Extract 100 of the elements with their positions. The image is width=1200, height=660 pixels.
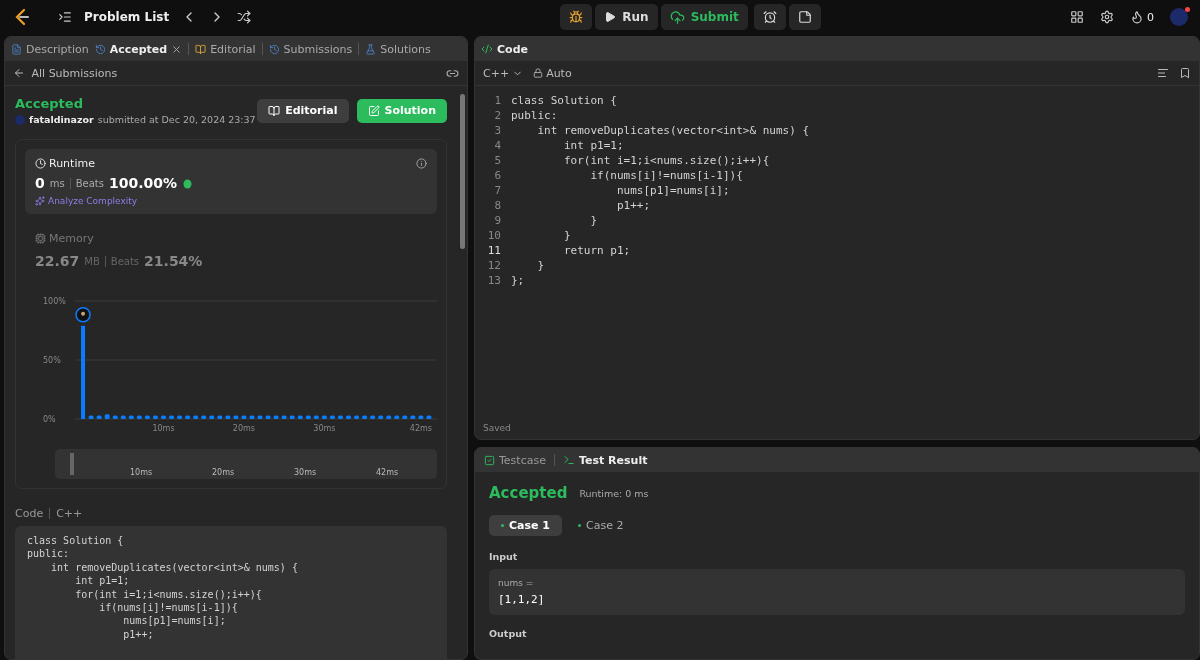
submission-status: Accepted: [15, 96, 84, 111]
streak-counter[interactable]: 0: [1130, 10, 1154, 24]
code-line: class Solution {: [27, 534, 125, 548]
chart-bar: [136, 415, 142, 419]
panel-tab[interactable]: Description: [11, 42, 89, 56]
code-icon: [481, 43, 493, 55]
code-line: }: [562, 228, 571, 243]
chart-bar: [305, 415, 311, 419]
panel-tab[interactable]: Accepted: [94, 42, 183, 56]
code-line: };: [511, 273, 525, 288]
language-selector[interactable]: C++: [483, 66, 524, 80]
chart-bar: [233, 415, 239, 419]
settings-icon[interactable]: [1100, 10, 1114, 24]
chart-bar: [265, 415, 271, 419]
code-line: for(int i=1;i<nums.size();i++){: [74, 587, 263, 602]
case-tab[interactable]: Case 2: [566, 515, 636, 536]
back-link[interactable]: All Submissions: [13, 66, 118, 80]
axis-label: 50%: [43, 356, 61, 365]
auto-mode-toggle[interactable]: Auto: [533, 66, 572, 80]
chart-bar: [273, 415, 279, 419]
runtime-card[interactable]: Runtime 0 ms Beats 100.00% Analyze Complexity: [25, 149, 437, 214]
panel-tab[interactable]: Submissions: [268, 42, 353, 56]
axis-label: 30ms: [313, 424, 336, 433]
line-number: 3: [493, 123, 502, 138]
notes-button[interactable]: [788, 4, 821, 30]
debug-button[interactable]: [560, 4, 593, 30]
language-label: C++: [56, 507, 83, 520]
line-number: 4: [493, 138, 502, 153]
chart-bar: [313, 415, 319, 419]
terminal-icon: [562, 454, 575, 466]
analyze-complexity-link[interactable]: Analyze Complexity: [48, 196, 138, 206]
problem-list-link[interactable]: Problem List: [84, 10, 170, 24]
line-number: 8: [493, 198, 502, 213]
avatar[interactable]: [1170, 8, 1188, 26]
bug-icon: [569, 10, 584, 24]
chart-bar: [193, 415, 199, 419]
chart-bar: [177, 415, 183, 419]
book-icon: [195, 43, 207, 55]
grid-icon[interactable]: [1070, 10, 1084, 24]
axis-label: 10ms: [152, 424, 175, 433]
panel-tab[interactable]: Testcase: [484, 453, 546, 467]
chart-bar: [281, 415, 287, 419]
memory-beats: 21.54%: [144, 253, 203, 269]
navigator-handle-icon[interactable]: [70, 453, 74, 475]
code-line: p1++;: [122, 627, 155, 642]
clock-icon: [35, 158, 46, 169]
chart-bar: [346, 415, 351, 419]
submit-button[interactable]: Submit: [660, 4, 748, 30]
book-icon: [268, 104, 281, 117]
code-line: return p1;: [562, 243, 631, 258]
input-box[interactable]: nums = [1,1,2]: [489, 569, 1185, 615]
chart-bar: [321, 415, 327, 419]
line-number: 7: [493, 183, 502, 198]
chart-bar: [329, 415, 335, 419]
chart-bar: [370, 415, 376, 419]
flask-icon: [365, 43, 377, 55]
close-icon[interactable]: [171, 43, 183, 55]
code-line: nums[p1]=nums[i];: [615, 183, 730, 198]
chart-bar: [426, 415, 432, 419]
code-line: public:: [27, 547, 71, 561]
beats-label: Beats: [110, 255, 140, 267]
code-line: }: [589, 213, 598, 228]
runtime-unit: ms: [49, 177, 65, 189]
chart-bar: [257, 415, 263, 419]
history-icon: [268, 43, 280, 55]
submission-time: submitted at Dec 20, 2024 23:37: [97, 114, 256, 125]
chart-bar: [112, 415, 118, 419]
alarm-icon: [762, 10, 777, 24]
chart-bar: [201, 415, 207, 419]
axis-label: 20ms: [232, 424, 255, 433]
line-number: 1: [493, 93, 502, 108]
chart-bar: [241, 415, 247, 419]
panel-tab[interactable]: Solutions: [365, 42, 431, 56]
bookmark-icon[interactable]: [1179, 67, 1191, 79]
editorial-button[interactable]: Editorial: [257, 98, 349, 123]
chart-bar: [386, 415, 392, 419]
beats-label: Beats: [75, 177, 104, 189]
chart-bar: [152, 415, 158, 419]
info-icon[interactable]: [416, 158, 427, 169]
list-icon[interactable]: [58, 10, 72, 24]
run-button[interactable]: Run: [595, 4, 658, 30]
case-tab[interactable]: Case 1: [489, 515, 562, 536]
user-avatar: [15, 114, 25, 125]
code-line: if(nums[i]!=nums[i-1]){: [589, 168, 743, 183]
chart-bar: [249, 415, 255, 419]
format-icon[interactable]: [1157, 67, 1169, 79]
timer-button[interactable]: [753, 4, 786, 30]
chart-bar: [128, 415, 134, 419]
shuffle-icon[interactable]: [237, 10, 252, 24]
code-label: Code: [15, 507, 44, 520]
avatar-marker: [75, 307, 91, 323]
chart-bar: [217, 415, 223, 419]
panel-tab[interactable]: Test Result: [562, 453, 648, 467]
range-navigator[interactable]: 10ms 20ms 30ms 42ms: [55, 449, 437, 479]
code-line: int p1=1;: [74, 574, 131, 588]
panel-tab[interactable]: Editorial: [195, 42, 256, 56]
history-icon: [94, 43, 106, 55]
code-line: class Solution {: [511, 93, 617, 108]
username[interactable]: fataldinazor: [29, 114, 94, 125]
scrollbar-thumb[interactable]: [459, 94, 465, 249]
